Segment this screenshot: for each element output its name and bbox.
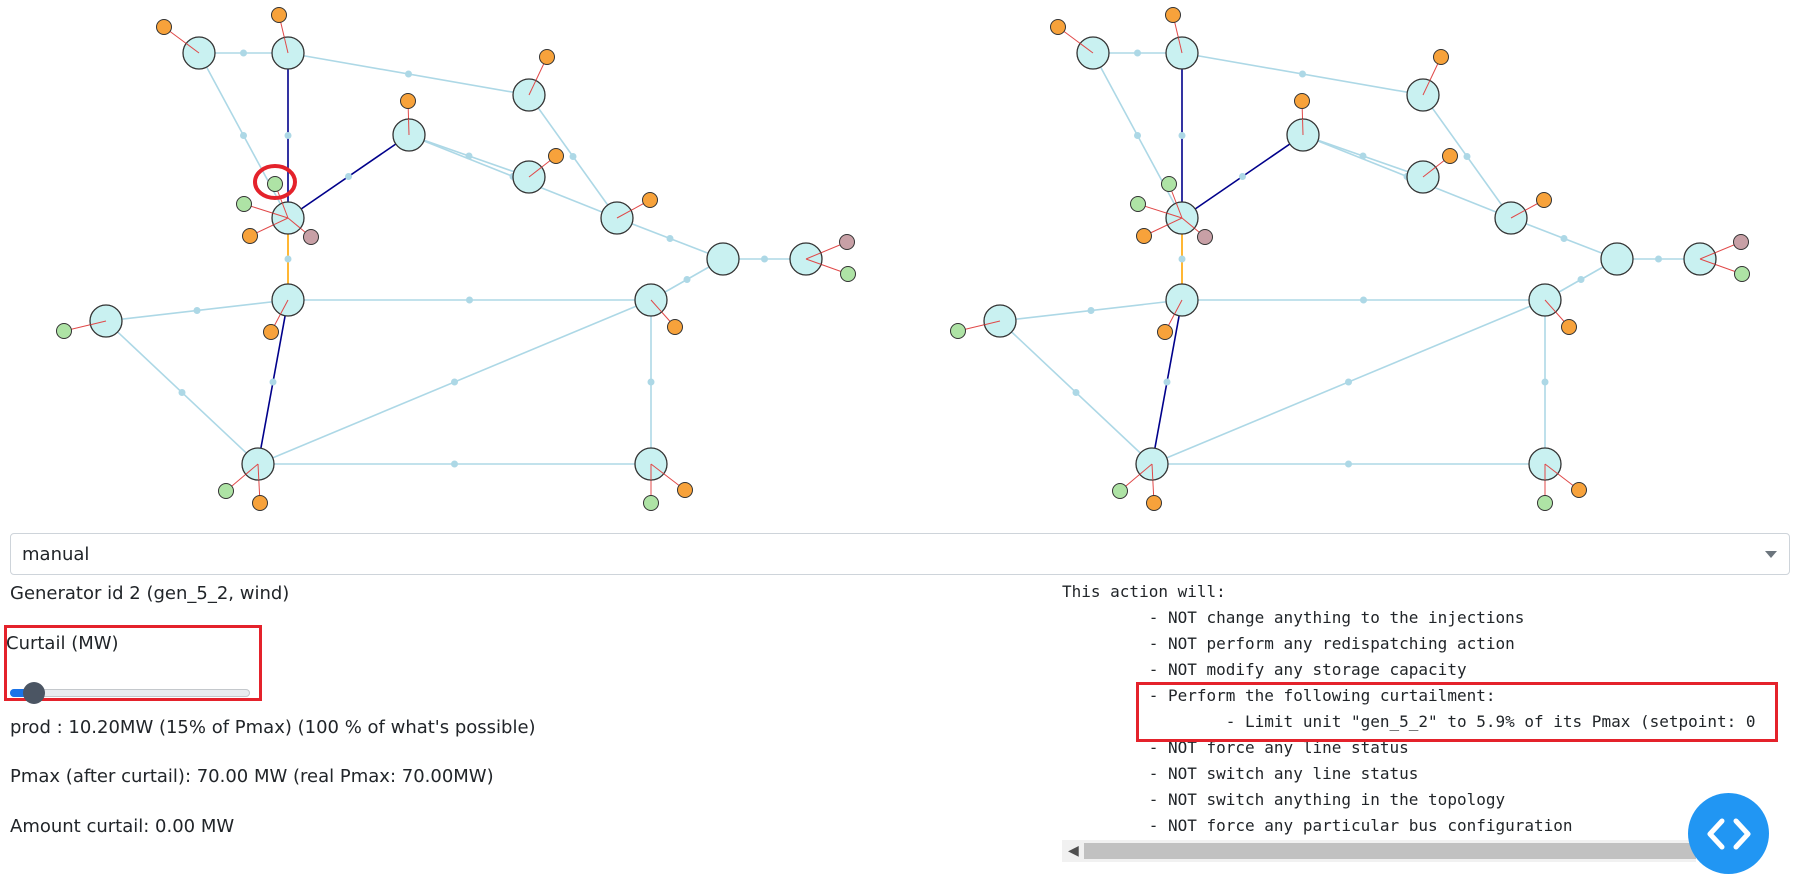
line-midpoint [1179,256,1186,263]
line-midpoint [1464,153,1471,160]
line-midpoint [270,379,277,386]
generator-node [951,324,966,339]
storage-node [840,235,855,250]
generator-node [841,267,856,282]
line-midpoint [240,50,247,57]
load-node [1166,8,1181,23]
pmax-info: Pmax (after curtail): 70.00 MW (real Pma… [10,766,494,787]
line-midpoint [1134,132,1141,139]
substation-node [707,243,739,275]
line-midpoint [194,307,201,314]
curtail-slider[interactable] [10,682,250,704]
generator-node [1538,496,1553,511]
line-midpoint [451,379,458,386]
line-midpoint [179,389,186,396]
curtail-label: Curtail (MW) [6,633,119,654]
load-node [1443,149,1458,164]
generator-node [1131,197,1146,212]
grid-graph-after [894,0,1794,525]
line-midpoint [1345,379,1352,386]
substation-node [1601,243,1633,275]
load-node [1158,325,1173,340]
line-midpoint [761,256,768,263]
load-node [678,483,693,498]
line-midpoint [466,297,473,304]
generator-node [644,496,659,511]
line-midpoint [570,153,577,160]
line-midpoint [1561,235,1568,242]
load-node [1434,50,1449,65]
generator-node [1162,177,1177,192]
line-midpoint [1164,379,1171,386]
load-node [157,20,172,35]
line-midpoint [1299,71,1306,78]
storage-node [1198,230,1213,245]
line-midpoint [1088,307,1095,314]
load-node [1051,20,1066,35]
line-midpoint [684,276,691,283]
line-midpoint [1360,297,1367,304]
line-midpoint [667,235,674,242]
chevron-down-icon[interactable] [1765,551,1777,558]
line-midpoint [1179,132,1186,139]
line-midpoint [1542,379,1549,386]
curtailment-highlight-box [1136,682,1778,742]
line-midpoint [1655,256,1662,263]
load-node [668,320,683,335]
load-node [1137,229,1152,244]
grid-graph-before [0,0,900,525]
line-midpoint [1134,50,1141,57]
load-node [272,8,287,23]
line-midpoint [648,379,655,386]
generator-node [268,177,283,192]
line-midpoint [240,132,247,139]
line-midpoint [285,132,292,139]
line-midpoint [451,461,458,468]
load-node [1562,320,1577,335]
code-toggle-button[interactable] [1688,793,1769,874]
load-node [401,94,416,109]
slider-track[interactable] [10,689,250,697]
storage-node [304,230,319,245]
generator-node [237,197,252,212]
scrollbar-thumb[interactable] [1084,843,1696,859]
line-midpoint [1239,173,1246,180]
line-midpoint [1073,389,1080,396]
mode-dropdown-value: manual [22,544,89,565]
load-node [1537,193,1552,208]
grid-graphs [0,0,1801,525]
chevron-left-icon[interactable]: ◀ [1068,843,1079,859]
line-midpoint [1578,276,1585,283]
load-node [1572,483,1587,498]
amount-curtail-info: Amount curtail: 0.00 MW [10,816,234,837]
load-node [540,50,555,65]
mode-dropdown[interactable]: manual [10,533,1790,575]
line-midpoint [1345,461,1352,468]
storage-node [1734,235,1749,250]
generator-node [219,484,234,499]
load-node [549,149,564,164]
load-node [643,193,658,208]
code-brackets-icon [1707,818,1751,850]
load-node [253,496,268,511]
line-midpoint [345,173,352,180]
slider-thumb[interactable] [23,682,45,704]
generator-panel: Generator id 2 (gen_5_2, wind) Curtail (… [0,575,1040,867]
horizontal-scrollbar[interactable]: ◀ [1062,840,1696,862]
generator-node [1113,484,1128,499]
generator-title: Generator id 2 (gen_5_2, wind) [10,583,289,604]
load-node [1147,496,1162,511]
load-node [1295,94,1310,109]
generator-node [57,324,72,339]
generator-node [1735,267,1750,282]
load-node [243,229,258,244]
line-midpoint [285,256,292,263]
load-node [264,325,279,340]
production-info: prod : 10.20MW (15% of Pmax) (100 % of w… [10,717,536,738]
line-midpoint [405,71,412,78]
